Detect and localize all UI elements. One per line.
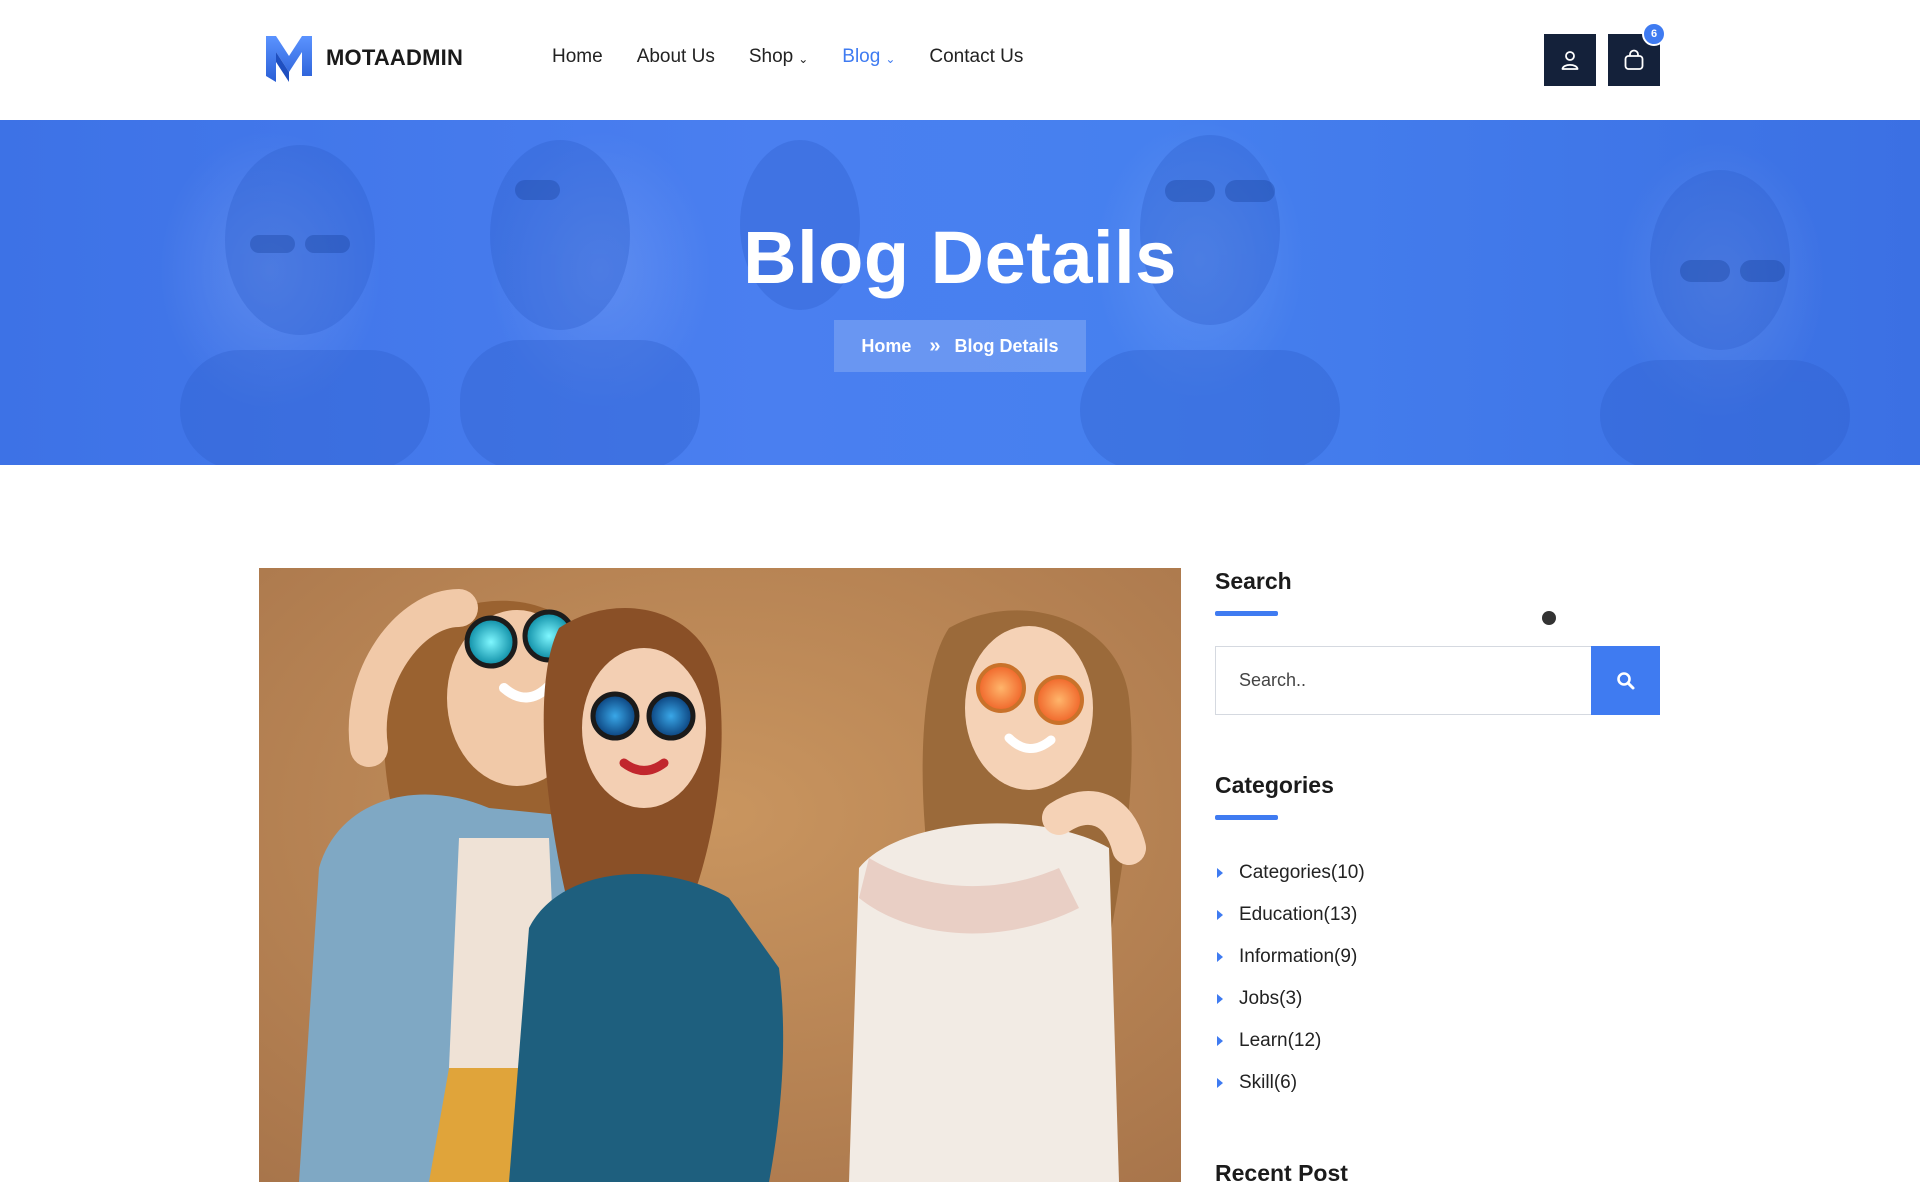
- nav-home[interactable]: Home: [552, 46, 603, 68]
- double-chevron-right-icon: »: [929, 334, 940, 357]
- nav-blog[interactable]: Blog ⌄: [842, 46, 895, 68]
- logo-m-icon: [266, 36, 312, 82]
- categories-list: Categories(10) Education(13) Information…: [1215, 852, 1365, 1104]
- category-label: Learn(12): [1239, 1030, 1322, 1051]
- category-label: Skill(6): [1239, 1072, 1298, 1093]
- caret-right-icon: [1217, 910, 1223, 920]
- nav-blog-label: Blog: [842, 46, 881, 67]
- category-item[interactable]: Jobs(3): [1215, 978, 1365, 1020]
- caret-right-icon: [1217, 1036, 1223, 1046]
- nav-home-label: Home: [552, 46, 603, 67]
- breadcrumb-home[interactable]: Home: [861, 336, 911, 357]
- search-form: [1215, 646, 1660, 715]
- caret-right-icon: [1217, 994, 1223, 1004]
- caret-right-icon: [1217, 868, 1223, 878]
- search-input[interactable]: [1216, 647, 1591, 714]
- nav-about-us[interactable]: About Us: [637, 46, 715, 68]
- breadcrumb-current: Blog Details: [954, 335, 1059, 356]
- page-banner: Blog Details Home » Blog Details: [0, 120, 1920, 465]
- category-item[interactable]: Information(9): [1215, 936, 1365, 978]
- shopping-bag-icon: [1624, 49, 1644, 70]
- nav-shop-label: Shop: [748, 46, 794, 67]
- category-item[interactable]: Skill(6): [1215, 1062, 1365, 1104]
- chevron-down-icon: ⌄: [885, 51, 896, 66]
- women-in-sunglasses-illustration: [259, 568, 1181, 1182]
- title-underline: [1215, 815, 1278, 820]
- nav-contact-us-label: Contact Us: [929, 46, 1024, 67]
- category-item[interactable]: Education(13): [1215, 894, 1365, 936]
- logo[interactable]: MOTAADMIN: [264, 32, 463, 84]
- search-button[interactable]: [1591, 646, 1660, 715]
- category-item[interactable]: Learn(12): [1215, 1020, 1365, 1062]
- chevron-down-icon: ⌄: [798, 51, 809, 66]
- recent-post-widget-title: Recent Post: [1215, 1160, 1348, 1186]
- category-label: Jobs(3): [1239, 988, 1303, 1009]
- site-header: MOTAADMIN Home About Us Shop ⌄ Blog ⌄ Cont…: [0, 0, 1920, 120]
- cart-count-badge: 6: [1642, 22, 1666, 46]
- account-button[interactable]: [1544, 34, 1596, 86]
- search-widget-title: Search: [1215, 568, 1292, 594]
- brand-name: MOTAADMIN: [326, 45, 464, 70]
- main-nav: Home About Us Shop ⌄ Blog ⌄ Contact Us: [552, 46, 1023, 68]
- title-underline: [1215, 611, 1278, 616]
- page-title: Blog Details: [743, 216, 1177, 299]
- category-item[interactable]: Categories(10): [1215, 852, 1365, 894]
- categories-widget-title: Categories: [1215, 772, 1334, 798]
- category-label: Information(9): [1239, 946, 1358, 967]
- category-label: Categories(10): [1239, 862, 1365, 883]
- caret-right-icon: [1217, 952, 1223, 962]
- nav-contact-us[interactable]: Contact Us: [929, 46, 1023, 68]
- caret-right-icon: [1217, 1078, 1223, 1088]
- search-icon: [1616, 671, 1634, 689]
- cursor-dot: [1542, 611, 1556, 625]
- breadcrumb: Home » Blog Details: [834, 320, 1086, 372]
- nav-about-us-label: About Us: [636, 46, 715, 67]
- category-label: Education(13): [1239, 904, 1358, 925]
- user-icon: [1561, 51, 1579, 70]
- nav-shop[interactable]: Shop ⌄: [749, 46, 808, 68]
- post-featured-image: [259, 568, 1181, 1182]
